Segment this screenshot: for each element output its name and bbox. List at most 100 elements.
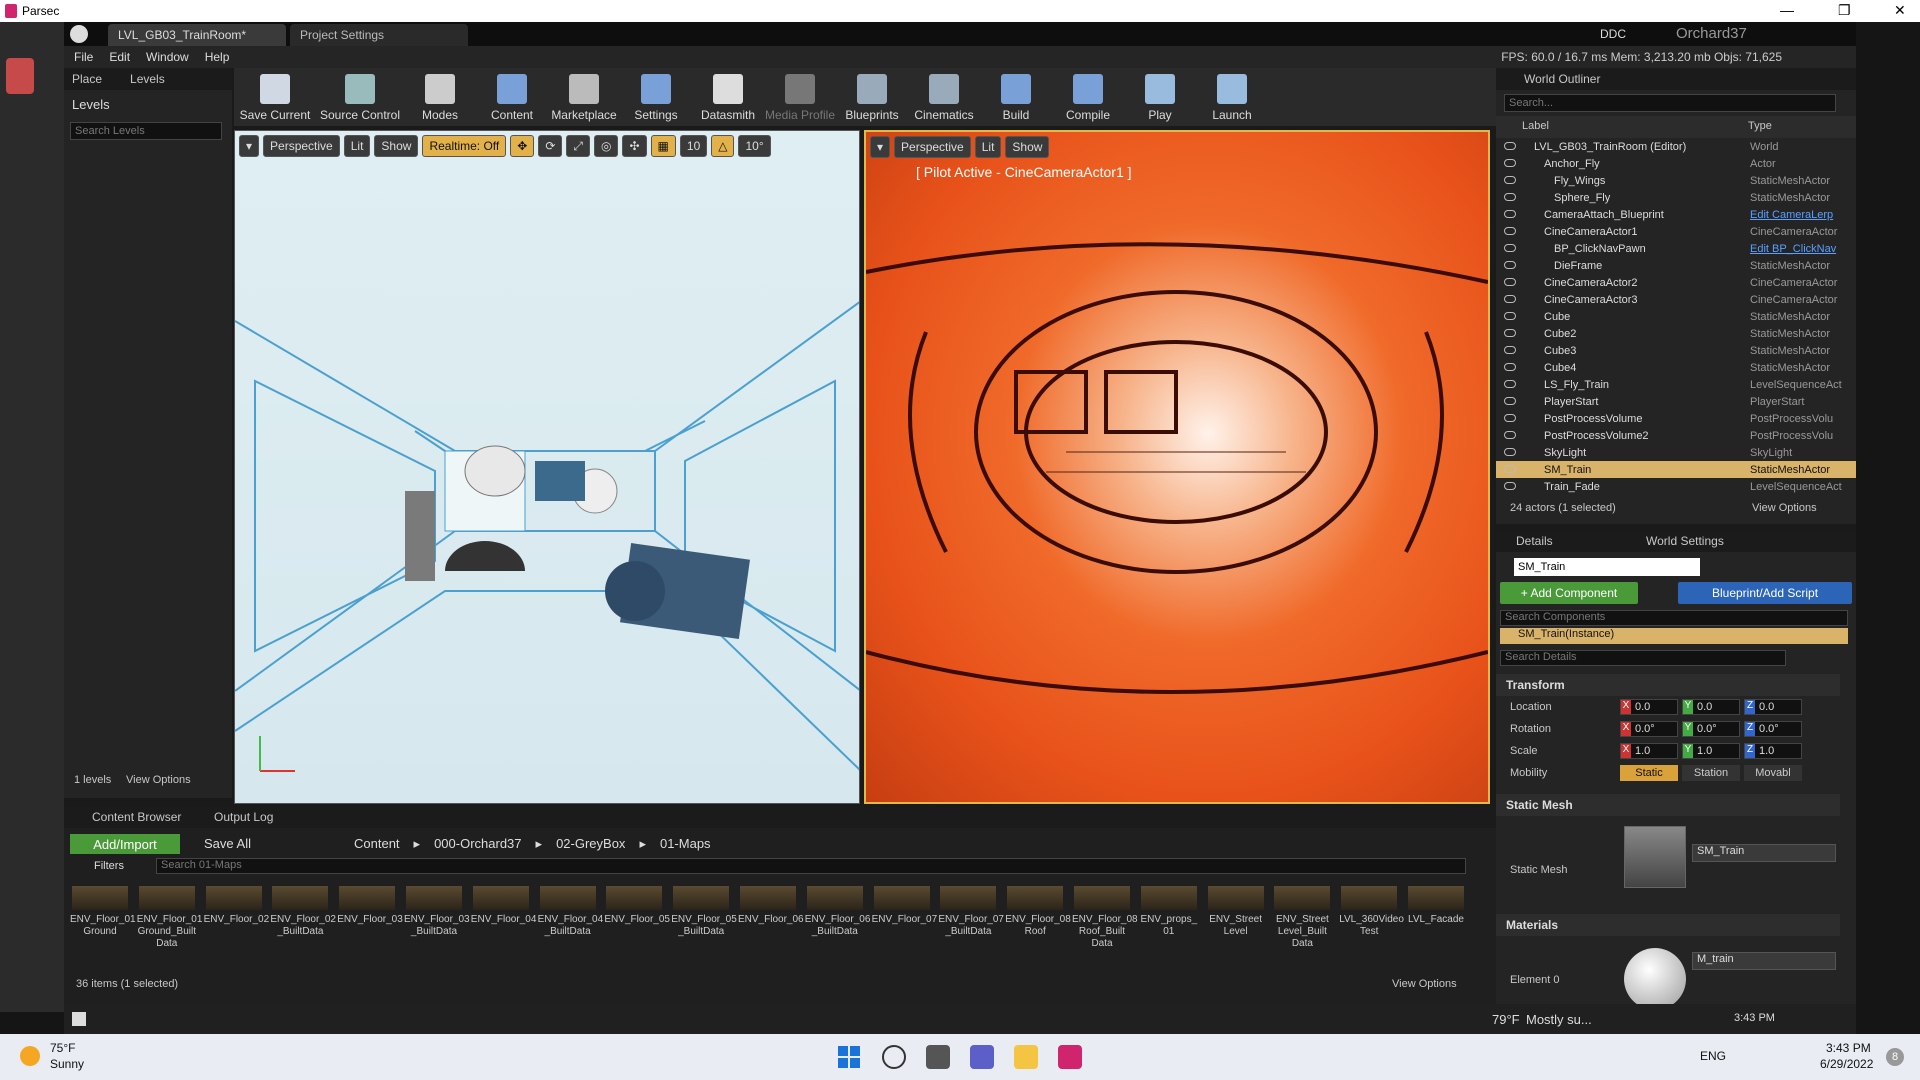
viewport2-perspective-button[interactable]: Perspective [894,136,971,158]
asset-thumbnail[interactable] [1074,886,1130,910]
translate-icon[interactable]: ✥ [510,135,535,157]
mobility-movabl-button[interactable]: Movabl [1744,765,1802,781]
viewport1-menu-button[interactable]: ▾ [239,135,260,157]
outliner-row[interactable]: Cube4 StaticMeshActor [1496,359,1856,376]
asset-label[interactable]: ENV_Floor_07 [872,914,938,926]
visibility-eye-icon[interactable] [1504,431,1516,439]
tab-world-settings[interactable]: World Settings [1646,534,1724,548]
viewport2-menu-button[interactable]: ▾ [870,136,891,158]
col-type[interactable]: Type [1748,120,1772,132]
asset-label[interactable]: ENV_Street Level_Built Data [1272,914,1332,950]
asset-label[interactable]: ENV_Floor_05 _BuiltData [671,914,737,938]
outliner-row[interactable]: Cube2 StaticMeshActor [1496,325,1856,342]
asset-label[interactable]: ENV_Floor_03 _BuiltData [404,914,470,938]
visibility-eye-icon[interactable] [1504,244,1516,252]
outliner-search-input[interactable]: Search... [1504,94,1836,112]
breadcrumb-item[interactable]: 000-Orchard37 [434,836,521,852]
outliner-row[interactable]: CameraAttach_Blueprint Edit CameraLerp [1496,206,1856,223]
chat-icon[interactable] [970,1045,994,1069]
asset-label[interactable]: ENV_Street Level [1206,914,1266,938]
outliner-row[interactable]: Anchor_Fly Actor [1496,155,1856,172]
asset-thumbnail[interactable] [472,886,529,910]
asset-label[interactable]: ENV_Floor_04 _BuiltData [538,914,604,938]
location-y-field[interactable]: Y 0.0 [1682,699,1740,715]
asset-thumbnail[interactable] [539,886,596,910]
toolbar-save-current-button[interactable]: Save Current [234,68,316,126]
asset-thumbnail[interactable] [606,886,663,910]
add-component-button[interactable]: + Add Component [1500,582,1638,604]
close-button[interactable]: ✕ [1894,2,1906,19]
mobility-station-button[interactable]: Station [1682,765,1740,781]
toolbar-source-control-button[interactable]: Source Control [316,68,404,126]
asset-thumbnail[interactable] [1207,886,1264,910]
toolbar-modes-button[interactable]: Modes [404,68,476,126]
asset-thumbnail[interactable] [940,886,997,910]
asset-label[interactable]: ENV_Floor_01 Ground_Built Data [137,914,203,950]
viewport1-show-button[interactable]: Show [374,135,419,157]
tab-levels[interactable]: Levels [130,72,165,86]
visibility-eye-icon[interactable] [1504,465,1516,473]
asset-label[interactable]: ENV_Floor_08 Roof [1005,914,1071,938]
visibility-eye-icon[interactable] [1504,312,1516,320]
restore-button[interactable]: ❐ [1838,2,1851,19]
toolbar-cinematics-button[interactable]: Cinematics [908,68,980,126]
asset-thumbnail[interactable] [806,886,863,910]
add-import-button[interactable]: Add/Import [70,834,180,854]
visibility-eye-icon[interactable] [1504,227,1516,235]
visibility-eye-icon[interactable] [1504,210,1516,218]
actor-name-field[interactable]: SM_Train [1514,558,1700,576]
mobility-static-button[interactable]: Static [1620,765,1678,781]
asset-thumbnail[interactable] [673,886,730,910]
visibility-eye-icon[interactable] [1504,448,1516,456]
visibility-eye-icon[interactable] [1504,176,1516,184]
asset-label[interactable]: ENV_Floor_02 _BuiltData [270,914,336,938]
scale-icon[interactable]: ⤢ [566,135,590,157]
toolbar-launch-button[interactable]: Launch [1196,68,1268,126]
asset-thumbnail[interactable] [339,886,396,910]
outliner-row-type[interactable]: Edit BP_ClickNav [1750,243,1836,255]
asset-label[interactable]: ENV_Floor_02 [204,914,270,926]
transform-section[interactable]: Transform [1496,674,1840,696]
levels-title[interactable]: Levels [72,97,110,112]
tab-output-log[interactable]: Output Log [214,810,273,824]
visibility-eye-icon[interactable] [1504,363,1516,371]
toolbar-compile-button[interactable]: Compile [1052,68,1124,126]
outliner-row[interactable]: PostProcessVolume2 PostProcessVolu [1496,427,1856,444]
cb-view-options[interactable]: View Options [1392,978,1457,990]
asset-label[interactable]: ENV_Floor_08 Roof_Built Data [1072,914,1138,950]
asset-label[interactable]: ENV_Floor_01 Ground [70,914,136,938]
toolbar-content-button[interactable]: Content [476,68,548,126]
outliner-row[interactable]: SkyLight SkyLight [1496,444,1856,461]
parsec-app-icon[interactable] [6,58,34,94]
location-z-field[interactable]: Z 0.0 [1744,699,1802,715]
outliner-row[interactable]: SM_Train StaticMeshActor [1496,461,1856,478]
task-view-icon[interactable] [926,1045,950,1069]
visibility-eye-icon[interactable] [1504,414,1516,422]
visibility-eye-icon[interactable] [1504,482,1516,490]
scale-x-field[interactable]: X 1.0 [1620,743,1678,759]
tab-details[interactable]: Details [1516,534,1553,548]
menu-help[interactable]: Help [205,50,230,64]
search-details-input[interactable]: Search Details [1500,650,1786,666]
visibility-eye-icon[interactable] [1504,397,1516,405]
world-icon[interactable]: ◎ [594,135,619,157]
outliner-row[interactable]: CineCameraActor3 CineCameraActor [1496,291,1856,308]
asset-thumbnail[interactable] [1140,886,1197,910]
outliner-row-type[interactable]: Edit CameraLerp [1750,209,1833,221]
outliner-row[interactable]: Sphere_Fly StaticMeshActor [1496,189,1856,206]
asset-thumbnail[interactable] [1007,886,1064,910]
static-mesh-section[interactable]: Static Mesh [1496,794,1840,816]
filters-button[interactable]: Filters [94,860,124,872]
search-icon[interactable] [882,1045,906,1069]
windows-start-icon[interactable] [838,1046,860,1068]
menu-window[interactable]: Window [146,50,189,64]
outliner-view-options[interactable]: View Options [1752,502,1817,514]
viewport-wireframe[interactable]: ▾ Perspective Lit Show Realtime: Off ✥ ⟳… [234,130,860,804]
realtime-toggle[interactable]: Realtime: Off [422,135,507,157]
asset-thumbnail[interactable] [1274,886,1331,910]
menu-edit[interactable]: Edit [109,50,130,64]
search-components-input[interactable]: Search Components [1500,610,1848,626]
outliner-row[interactable]: DieFrame StaticMeshActor [1496,257,1856,274]
notification-badge[interactable]: 8 [1886,1048,1904,1066]
visibility-eye-icon[interactable] [1504,159,1516,167]
